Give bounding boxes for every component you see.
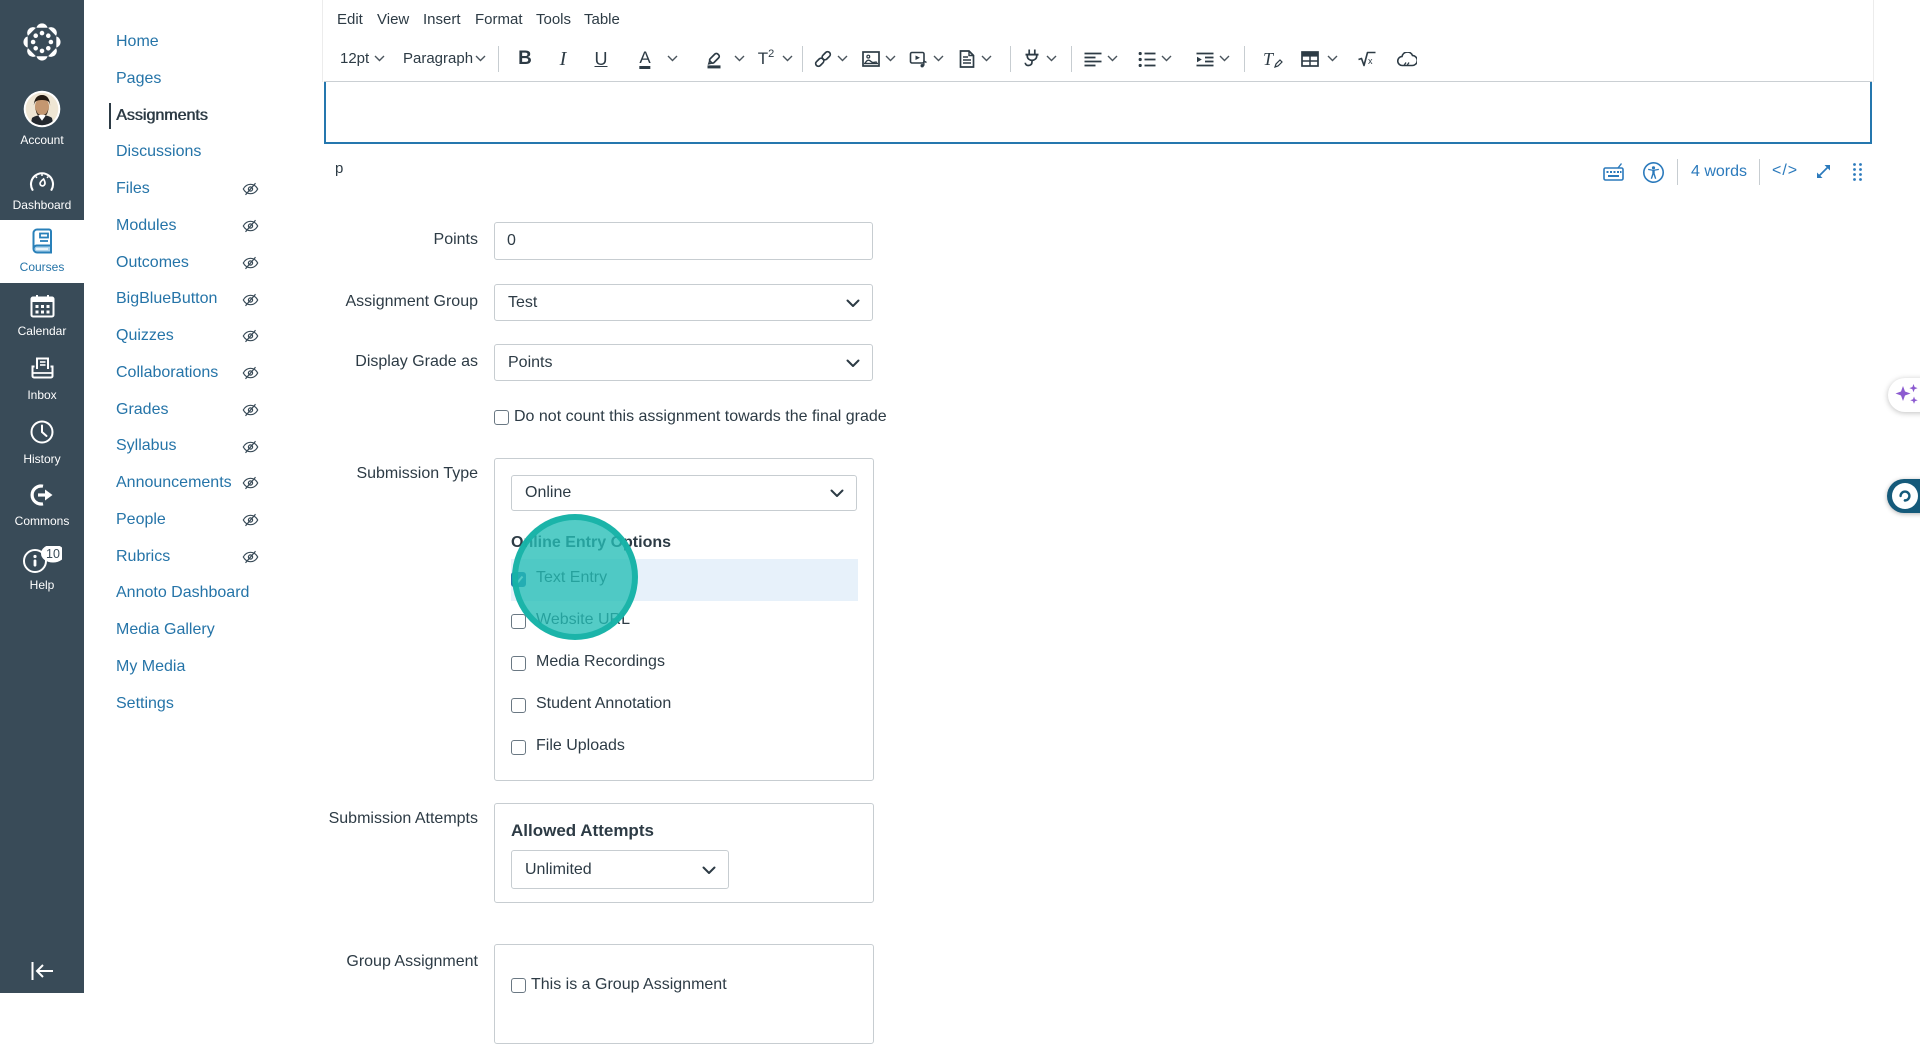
svg-text:10: 10	[46, 547, 60, 561]
svg-text:x: x	[1368, 56, 1373, 66]
